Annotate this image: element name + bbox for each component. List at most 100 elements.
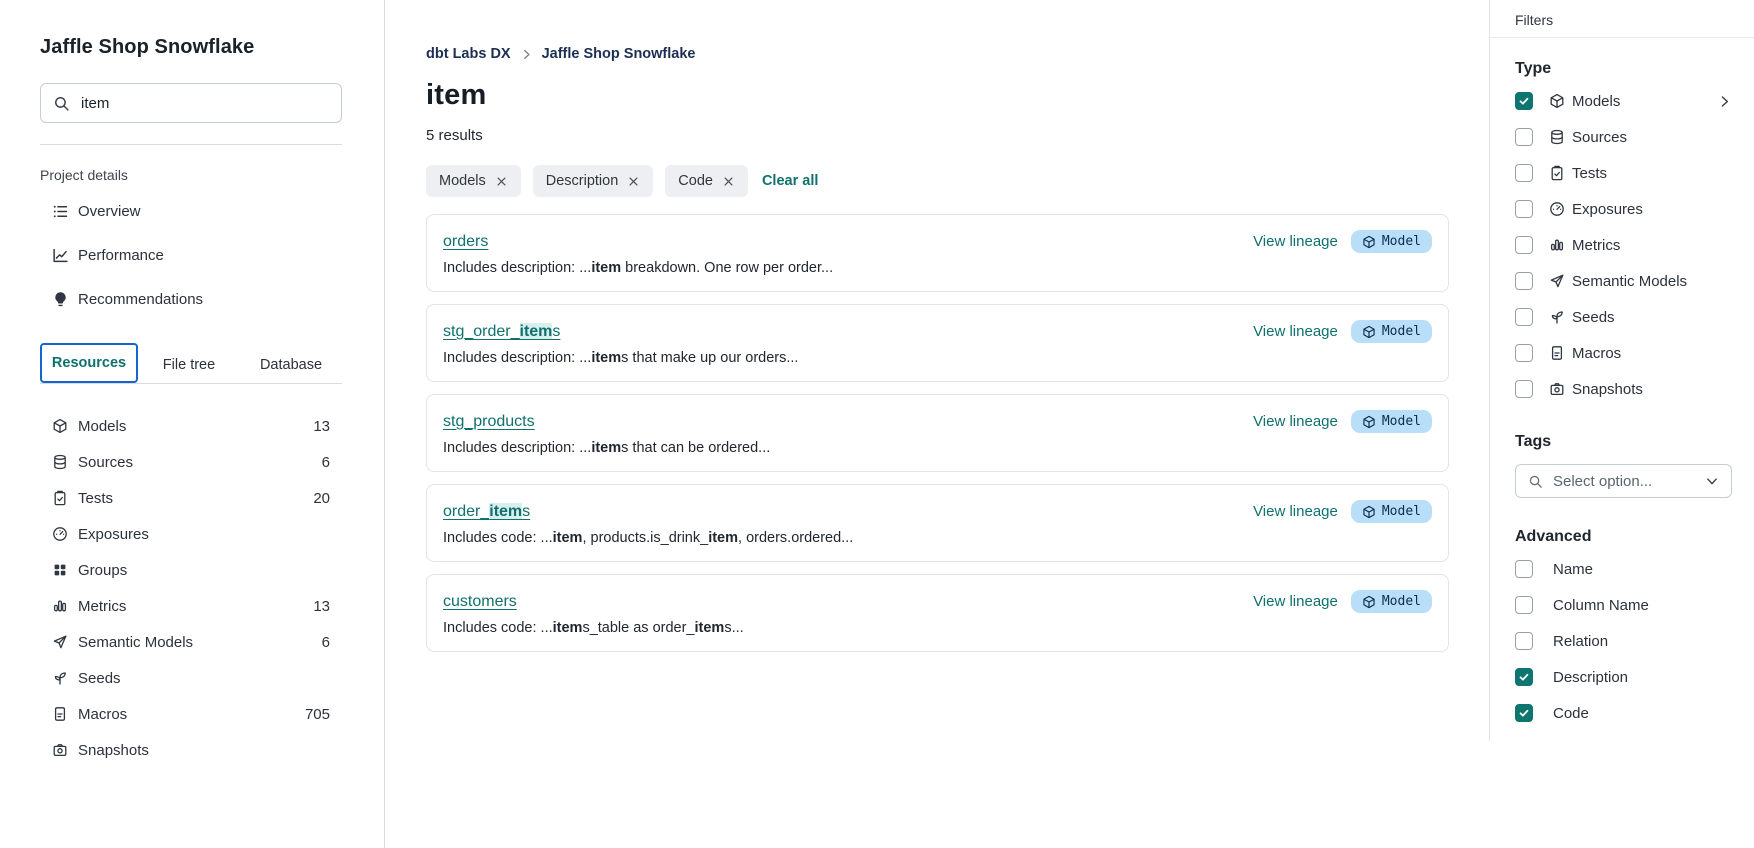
resource-label: Snapshots — [78, 742, 149, 759]
resource-item-metrics[interactable]: Metrics13 — [40, 588, 342, 624]
resource-item-macros[interactable]: Macros705 — [40, 696, 342, 732]
checkbox-unchecked[interactable] — [1515, 596, 1533, 614]
resource-item-models[interactable]: Models13 — [40, 408, 342, 444]
clear-all-link[interactable]: Clear all — [762, 173, 818, 189]
description-text: , orders.ordered... — [738, 530, 853, 546]
filter-chip-models[interactable]: Models — [426, 165, 521, 197]
filter-type-macros[interactable]: Macros — [1515, 335, 1732, 371]
filter-chip-description[interactable]: Description — [533, 165, 654, 197]
checkbox-checked[interactable] — [1515, 704, 1533, 722]
match-bold: item — [708, 530, 738, 546]
breadcrumb-account[interactable]: dbt Labs DX — [426, 46, 511, 62]
groups-icon — [52, 562, 68, 578]
type-section-title: Type — [1515, 60, 1732, 78]
result-card-actions: View lineage Model — [1253, 230, 1432, 253]
chip-label: Code — [678, 173, 713, 189]
filter-type-sources[interactable]: Sources — [1515, 119, 1732, 155]
filter-type-tests[interactable]: Tests — [1515, 155, 1732, 191]
resource-list: Models13 Sources 6 Tests20ExposuresGroupsMe… — [40, 408, 342, 768]
type-filter-list: Models Sources Tests Exposures Metrics Semant… — [1515, 83, 1732, 407]
tab-resources[interactable]: Resources — [40, 343, 138, 383]
result-card-actions: View lineageModel — [1253, 410, 1432, 433]
filter-type-seeds[interactable]: Seeds — [1515, 299, 1732, 335]
models-icon — [1549, 93, 1565, 109]
checkbox-unchecked[interactable] — [1515, 308, 1533, 326]
checkbox-unchecked[interactable] — [1515, 344, 1533, 362]
nav-item-overview[interactable]: Overview — [40, 189, 342, 233]
checkbox-unchecked[interactable] — [1515, 560, 1533, 578]
view-lineage-link[interactable]: View lineage — [1253, 413, 1338, 430]
resource-item-seeds[interactable]: Seeds — [40, 660, 342, 696]
checkbox-checked[interactable] — [1515, 92, 1533, 110]
view-lineage-link[interactable]: View lineage — [1253, 323, 1338, 340]
nav-item-label: Performance — [78, 247, 164, 264]
close-icon[interactable] — [627, 175, 640, 188]
filter-advanced-code[interactable]: Code — [1515, 695, 1732, 731]
description-text: Includes code: ... — [443, 530, 553, 546]
view-lineage-link[interactable]: View lineage — [1253, 233, 1338, 250]
filter-advanced-relation[interactable]: Relation — [1515, 623, 1732, 659]
chevron-right-icon[interactable] — [1717, 94, 1732, 109]
result-title-link[interactable]: order_items — [443, 503, 530, 521]
semantic-models-icon — [52, 634, 68, 650]
model-badge: Model — [1351, 230, 1432, 253]
filter-type-metrics[interactable]: Metrics — [1515, 227, 1732, 263]
resource-item-sources[interactable]: Sources 6 — [40, 444, 342, 480]
nav-item-recommendations[interactable]: Recommendations — [40, 277, 342, 321]
filter-type-models[interactable]: Models — [1515, 83, 1732, 119]
filter-option-label: Metrics — [1572, 237, 1620, 254]
filter-type-semantic-models[interactable]: Semantic Models — [1515, 263, 1732, 299]
filter-chip-code[interactable]: Code — [665, 165, 748, 197]
close-icon[interactable] — [722, 175, 735, 188]
breadcrumb-project[interactable]: Jaffle Shop Snowflake — [542, 46, 696, 62]
search-input[interactable] — [81, 95, 329, 112]
resource-item-semantic-models[interactable]: Semantic Models6 — [40, 624, 342, 660]
project-search[interactable] — [40, 83, 342, 123]
title-text: stg_products — [443, 413, 535, 430]
view-lineage-link[interactable]: View lineage — [1253, 503, 1338, 520]
filter-type-exposures[interactable]: Exposures — [1515, 191, 1732, 227]
result-title-link[interactable]: stg_order_items — [443, 323, 560, 341]
filter-option-label: Models — [1572, 93, 1620, 110]
checkbox-unchecked[interactable] — [1515, 200, 1533, 218]
resource-item-exposures[interactable]: Exposures — [40, 516, 342, 552]
model-badge-label: Model — [1382, 324, 1421, 339]
filter-advanced-description[interactable]: Description — [1515, 659, 1732, 695]
filter-option-label: Code — [1553, 705, 1589, 722]
checkbox-unchecked[interactable] — [1515, 128, 1533, 146]
checkbox-unchecked[interactable] — [1515, 272, 1533, 290]
resource-item-groups[interactable]: Groups — [40, 552, 342, 588]
filter-option-label: Exposures — [1572, 201, 1643, 218]
filter-type-snapshots[interactable]: Snapshots — [1515, 371, 1732, 407]
checkbox-unchecked[interactable] — [1515, 236, 1533, 254]
result-title-link[interactable]: orders — [443, 233, 488, 251]
resource-item-snapshots[interactable]: Snapshots — [40, 732, 342, 768]
filter-option-label: Sources — [1572, 129, 1627, 146]
chip-label: Description — [546, 173, 619, 189]
tags-select[interactable]: Select option... — [1515, 464, 1732, 498]
filter-advanced-column-name[interactable]: Column Name — [1515, 587, 1732, 623]
checkbox-unchecked[interactable] — [1515, 632, 1533, 650]
nav-item-label: Overview — [78, 203, 141, 220]
view-lineage-link[interactable]: View lineage — [1253, 593, 1338, 610]
checkbox-unchecked[interactable] — [1515, 164, 1533, 182]
resource-item-tests[interactable]: Tests20 — [40, 480, 342, 516]
performance-icon — [52, 247, 69, 264]
resource-label: Sources — [78, 454, 133, 471]
checkbox-checked[interactable] — [1515, 668, 1533, 686]
result-description: Includes code: ...items_table as order_i… — [443, 620, 1432, 636]
tab-database[interactable]: Database — [240, 347, 342, 383]
sidebar-tabs: ResourcesFile treeDatabase — [40, 343, 342, 384]
tab-file-tree[interactable]: File tree — [138, 347, 240, 383]
result-title-link[interactable]: customers — [443, 593, 517, 611]
result-title-link[interactable]: stg_products — [443, 413, 535, 431]
model-badge-label: Model — [1382, 594, 1421, 609]
description-text: Includes code: ... — [443, 620, 553, 636]
filter-option-label: Name — [1553, 561, 1593, 578]
resource-count: 6 — [322, 454, 330, 471]
resource-label: Semantic Models — [78, 634, 193, 651]
close-icon[interactable] — [495, 175, 508, 188]
checkbox-unchecked[interactable] — [1515, 380, 1533, 398]
nav-item-performance[interactable]: Performance — [40, 233, 342, 277]
filter-advanced-name[interactable]: Name — [1515, 551, 1732, 587]
